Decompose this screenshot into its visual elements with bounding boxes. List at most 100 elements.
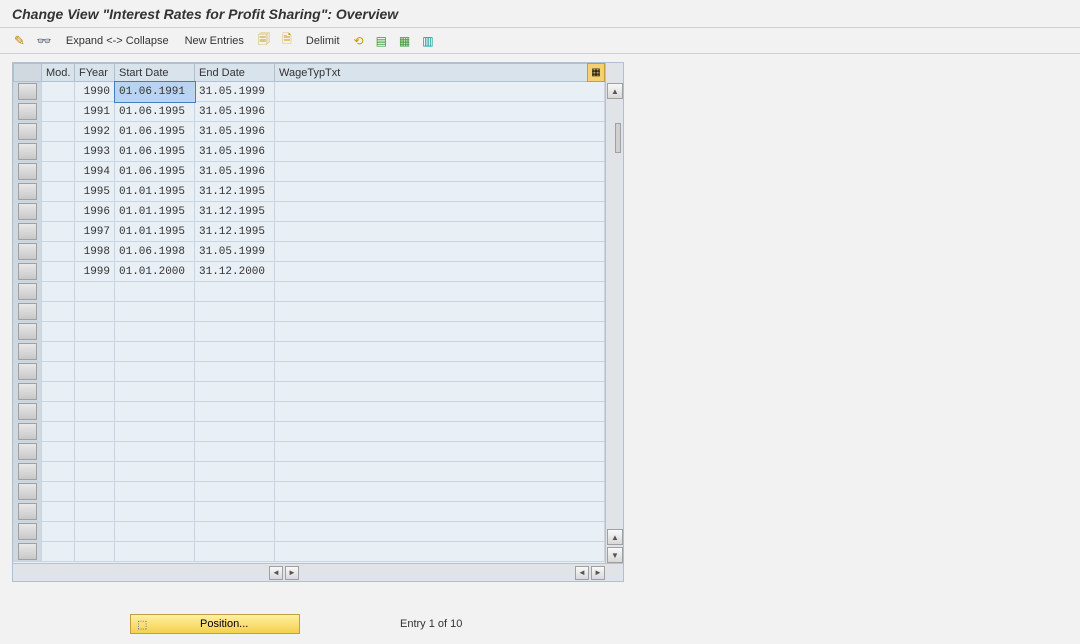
cell-empty[interactable] <box>115 422 195 442</box>
display-details-button[interactable]: 👓 <box>33 32 56 50</box>
row-selector[interactable] <box>14 122 42 142</box>
row-selector[interactable] <box>14 482 42 502</box>
vertical-scrollbar[interactable]: ▲ ▲ ▼ <box>605 63 623 563</box>
cell-empty[interactable] <box>42 422 75 442</box>
cell-fyear[interactable]: 1994 <box>75 162 115 182</box>
cell-empty[interactable] <box>195 442 275 462</box>
cell-empty[interactable] <box>115 282 195 302</box>
cell-end[interactable]: 31.12.1995 <box>195 222 275 242</box>
cell-end[interactable]: 31.12.1995 <box>195 202 275 222</box>
row-selector[interactable] <box>14 162 42 182</box>
table-row[interactable] <box>14 342 605 362</box>
cell-empty[interactable] <box>42 362 75 382</box>
toggle-edit-button[interactable]: ✎ <box>10 32 29 50</box>
cell-empty[interactable] <box>42 382 75 402</box>
cell-empty[interactable] <box>275 502 605 522</box>
cell-start[interactable]: 01.06.1995 <box>115 142 195 162</box>
scroll-down-button[interactable]: ▼ <box>607 547 623 563</box>
cell-empty[interactable] <box>42 302 75 322</box>
select-all-rows[interactable] <box>14 64 42 82</box>
cell-empty[interactable] <box>195 362 275 382</box>
cell-empty[interactable] <box>75 282 115 302</box>
cell-empty[interactable] <box>195 382 275 402</box>
cell-start[interactable]: 01.01.1995 <box>115 202 195 222</box>
cell-mod[interactable] <box>42 162 75 182</box>
row-selector[interactable] <box>14 402 42 422</box>
cell-empty[interactable] <box>115 382 195 402</box>
cell-empty[interactable] <box>42 542 75 562</box>
cell-empty[interactable] <box>115 342 195 362</box>
cell-empty[interactable] <box>275 402 605 422</box>
row-selector[interactable] <box>14 522 42 542</box>
cell-mod[interactable] <box>42 82 75 102</box>
row-selector[interactable] <box>14 182 42 202</box>
hscroll-right-button[interactable]: ► <box>285 566 299 580</box>
cell-end[interactable]: 31.05.1996 <box>195 162 275 182</box>
cell-wage[interactable] <box>275 102 605 122</box>
row-selector[interactable] <box>14 382 42 402</box>
col-header-wage[interactable]: WageTypTxt <box>275 64 605 82</box>
table-config-button[interactable]: ▦ <box>587 63 605 82</box>
cell-empty[interactable] <box>195 402 275 422</box>
col-header-start-date[interactable]: Start Date <box>115 64 195 82</box>
cell-empty[interactable] <box>75 422 115 442</box>
cell-empty[interactable] <box>275 422 605 442</box>
cell-wage[interactable] <box>275 142 605 162</box>
cell-empty[interactable] <box>195 282 275 302</box>
data-grid[interactable]: Mod. FYear Start Date End Date WageTypTx… <box>13 63 605 562</box>
cell-empty[interactable] <box>42 462 75 482</box>
table-row[interactable] <box>14 382 605 402</box>
cell-fyear[interactable]: 1996 <box>75 202 115 222</box>
cell-empty[interactable] <box>115 322 195 342</box>
cell-empty[interactable] <box>75 442 115 462</box>
scroll-up2-button[interactable]: ▲ <box>607 529 623 545</box>
cell-fyear[interactable]: 1995 <box>75 182 115 202</box>
cell-empty[interactable] <box>75 482 115 502</box>
cell-fyear[interactable]: 1991 <box>75 102 115 122</box>
cell-empty[interactable] <box>42 282 75 302</box>
table-row[interactable] <box>14 322 605 342</box>
cell-empty[interactable] <box>75 542 115 562</box>
cell-empty[interactable] <box>195 322 275 342</box>
delimit-button[interactable]: Delimit <box>300 32 346 50</box>
cell-end[interactable]: 31.05.1999 <box>195 82 275 102</box>
scroll-up-button[interactable]: ▲ <box>607 83 623 99</box>
table-row[interactable] <box>14 482 605 502</box>
row-selector[interactable] <box>14 262 42 282</box>
cell-empty[interactable] <box>75 342 115 362</box>
row-selector[interactable] <box>14 362 42 382</box>
row-selector[interactable] <box>14 242 42 262</box>
scroll-thumb[interactable] <box>615 123 621 153</box>
table-row[interactable] <box>14 282 605 302</box>
cell-start[interactable]: 01.01.1995 <box>115 182 195 202</box>
table-row[interactable]: 199701.01.199531.12.1995 <box>14 222 605 242</box>
table-row[interactable] <box>14 462 605 482</box>
col-header-fyear[interactable]: FYear <box>75 64 115 82</box>
cell-empty[interactable] <box>42 442 75 462</box>
cell-start[interactable]: 01.06.1995 <box>115 102 195 122</box>
deselect-all-button[interactable]: ▥ <box>418 32 437 50</box>
cell-empty[interactable] <box>75 382 115 402</box>
cell-wage[interactable] <box>275 122 605 142</box>
table-row[interactable]: 199201.06.199531.05.1996 <box>14 122 605 142</box>
cell-mod[interactable] <box>42 222 75 242</box>
cell-mod[interactable] <box>42 102 75 122</box>
cell-empty[interactable] <box>75 302 115 322</box>
row-selector[interactable] <box>14 82 42 102</box>
row-selector[interactable] <box>14 202 42 222</box>
row-selector[interactable] <box>14 322 42 342</box>
table-row[interactable] <box>14 522 605 542</box>
row-selector[interactable] <box>14 142 42 162</box>
cell-empty[interactable] <box>195 482 275 502</box>
cell-empty[interactable] <box>115 482 195 502</box>
cell-empty[interactable] <box>115 402 195 422</box>
cell-end[interactable]: 31.12.2000 <box>195 262 275 282</box>
hscroll-left-button[interactable]: ◄ <box>269 566 283 580</box>
select-block-button[interactable]: ▦ <box>395 32 414 50</box>
cell-fyear[interactable]: 1999 <box>75 262 115 282</box>
cell-wage[interactable] <box>275 202 605 222</box>
cell-empty[interactable] <box>275 462 605 482</box>
cell-mod[interactable] <box>42 182 75 202</box>
row-selector[interactable] <box>14 422 42 442</box>
cell-empty[interactable] <box>75 522 115 542</box>
